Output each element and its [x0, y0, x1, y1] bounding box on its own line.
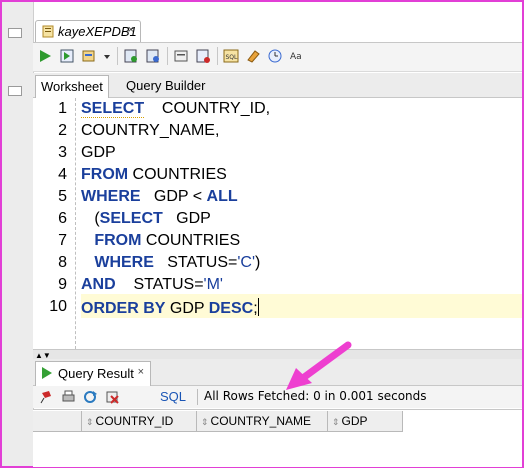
document-tab-strip: kayeXEPDB1 ×: [33, 8, 522, 43]
document-tab-title: kayeXEPDB1: [58, 24, 137, 39]
code-line: WHERE GDP < ALL: [81, 188, 238, 206]
column-header-label: COUNTRY_ID: [95, 414, 174, 428]
sql-keyword: WHERE: [94, 254, 154, 271]
pin-icon[interactable]: [39, 390, 54, 404]
code-line: SELECT COUNTRY_ID,: [81, 100, 270, 118]
gutter-divider: [75, 98, 76, 349]
worksheet-toolbar: SQL Aa: [33, 42, 522, 72]
sql-link[interactable]: SQL: [160, 389, 186, 404]
query-result-label: Query Result: [58, 366, 134, 381]
code-line: COUNTRY_NAME,: [81, 122, 219, 140]
tab-worksheet[interactable]: Worksheet: [35, 75, 109, 98]
print-icon[interactable]: [61, 390, 76, 404]
code-line: AND STATUS='M': [81, 276, 223, 294]
tab-query-result[interactable]: Query Result ×: [35, 361, 151, 386]
sql-text: STATUS=: [115, 276, 204, 293]
sql-keyword: AND: [81, 276, 116, 293]
cancel-query-icon[interactable]: [105, 390, 120, 404]
history-icon[interactable]: [267, 48, 283, 64]
line-number: 10: [49, 298, 67, 315]
sql-keyword: SELECT: [99, 210, 163, 227]
column-header-country-id[interactable]: ⇕ COUNTRY_ID: [82, 411, 197, 432]
minimize-icon[interactable]: [8, 28, 22, 38]
sql-string: 'M': [203, 276, 223, 293]
result-toolbar: SQL All Rows Fetched: 0 in 0.001 seconds: [33, 386, 522, 408]
sql-keyword: FROM: [81, 166, 129, 183]
sql-editor[interactable]: 1 2 3 4 5 6 7 8 9 10 SELECT COUNTRY_ID, COUNTRY_NA…: [33, 98, 522, 349]
explain-plan-icon[interactable]: [195, 48, 211, 64]
document-tab[interactable]: kayeXEPDB1 ×: [35, 20, 141, 43]
sql-tuning-icon[interactable]: SQL: [223, 48, 239, 64]
sql-text: GDP: [162, 210, 211, 227]
column-header-country-name[interactable]: ⇕ COUNTRY_NAME: [197, 411, 328, 432]
sql-text: GDP <: [140, 188, 207, 205]
code-line: FROM COUNTRIES: [81, 232, 240, 250]
code-line: ORDER BY GDP DESC;: [81, 298, 259, 318]
refresh-icon[interactable]: [83, 390, 98, 404]
text-cursor: [257, 298, 259, 316]
code-line: FROM COUNTRIES: [81, 166, 227, 184]
column-header-label: COUNTRY_NAME: [210, 414, 312, 428]
run-script-icon[interactable]: [59, 48, 75, 64]
sql-keyword: DESC: [208, 300, 254, 317]
autotrace-icon[interactable]: [81, 48, 97, 64]
result-tab-bar: Query Result ×: [33, 359, 522, 386]
unshared-sql-icon[interactable]: [173, 48, 189, 64]
clear-icon[interactable]: [245, 48, 261, 64]
svg-text:Aa: Aa: [290, 52, 302, 62]
sql-text: GDP: [165, 300, 209, 317]
line-number: 7: [58, 232, 67, 249]
sql-text: COUNTRIES: [128, 166, 227, 183]
sql-keyword: ORDER BY: [81, 300, 166, 317]
sql-text: COUNTRY_NAME,: [81, 122, 220, 139]
sql-keyword: WHERE: [81, 188, 141, 205]
dropdown-icon[interactable]: [99, 48, 115, 64]
line-number: 4: [58, 166, 67, 183]
code-line: GDP: [81, 144, 116, 162]
row-header-corner: [33, 411, 82, 432]
commit-icon[interactable]: [123, 48, 139, 64]
svg-text:SQL: SQL: [226, 54, 239, 61]
panel-toggle-icon[interactable]: [8, 86, 22, 96]
line-number: 1: [58, 100, 67, 117]
sql-string: 'C': [237, 254, 255, 271]
sql-keyword: FROM: [94, 232, 142, 249]
left-side-gutter: [2, 2, 34, 466]
column-header-label: GDP: [341, 414, 368, 428]
tab-query-builder[interactable]: Query Builder: [121, 75, 210, 97]
sort-icon: ⇕: [201, 417, 209, 427]
run-statement-icon[interactable]: [37, 48, 53, 64]
line-number: 3: [58, 144, 67, 161]
code-line: (SELECT GDP: [81, 210, 211, 228]
sql-worksheet-icon: [42, 25, 54, 38]
format-icon[interactable]: Aa: [289, 48, 305, 64]
close-tab-icon[interactable]: ×: [128, 24, 134, 36]
column-header-gdp[interactable]: ⇕ GDP: [328, 411, 403, 432]
sql-text: ): [255, 254, 261, 271]
line-number: 9: [58, 276, 67, 293]
line-number: 5: [58, 188, 67, 205]
sql-text: COUNTRY_ID,: [144, 100, 271, 117]
sql-keyword: SELECT: [81, 100, 145, 118]
line-number: 6: [58, 210, 67, 227]
rollback-icon[interactable]: [145, 48, 161, 64]
ide-window: kayeXEPDB1 × SQL Aa Worksheet Query Buil…: [0, 0, 524, 468]
line-number: 8: [58, 254, 67, 271]
sql-text: COUNTRIES: [141, 232, 241, 249]
editor-subtabs: Worksheet Query Builder: [33, 73, 522, 98]
sort-icon: ⇕: [86, 417, 94, 427]
result-grid[interactable]: ⇕ COUNTRY_ID ⇕ COUNTRY_NAME ⇕ GDP: [33, 409, 522, 467]
close-result-icon[interactable]: ×: [138, 366, 144, 378]
sort-icon: ⇕: [332, 417, 340, 427]
sql-text: (: [81, 210, 100, 227]
sql-text: GDP: [81, 144, 116, 161]
query-result-icon: [42, 367, 52, 379]
code-line: WHERE STATUS='C'): [81, 254, 260, 272]
sql-text: STATUS=: [153, 254, 238, 271]
line-number: 2: [58, 122, 67, 139]
fetch-status-text: All Rows Fetched: 0 in 0.001 seconds: [204, 389, 427, 403]
sql-keyword: ALL: [206, 188, 238, 205]
